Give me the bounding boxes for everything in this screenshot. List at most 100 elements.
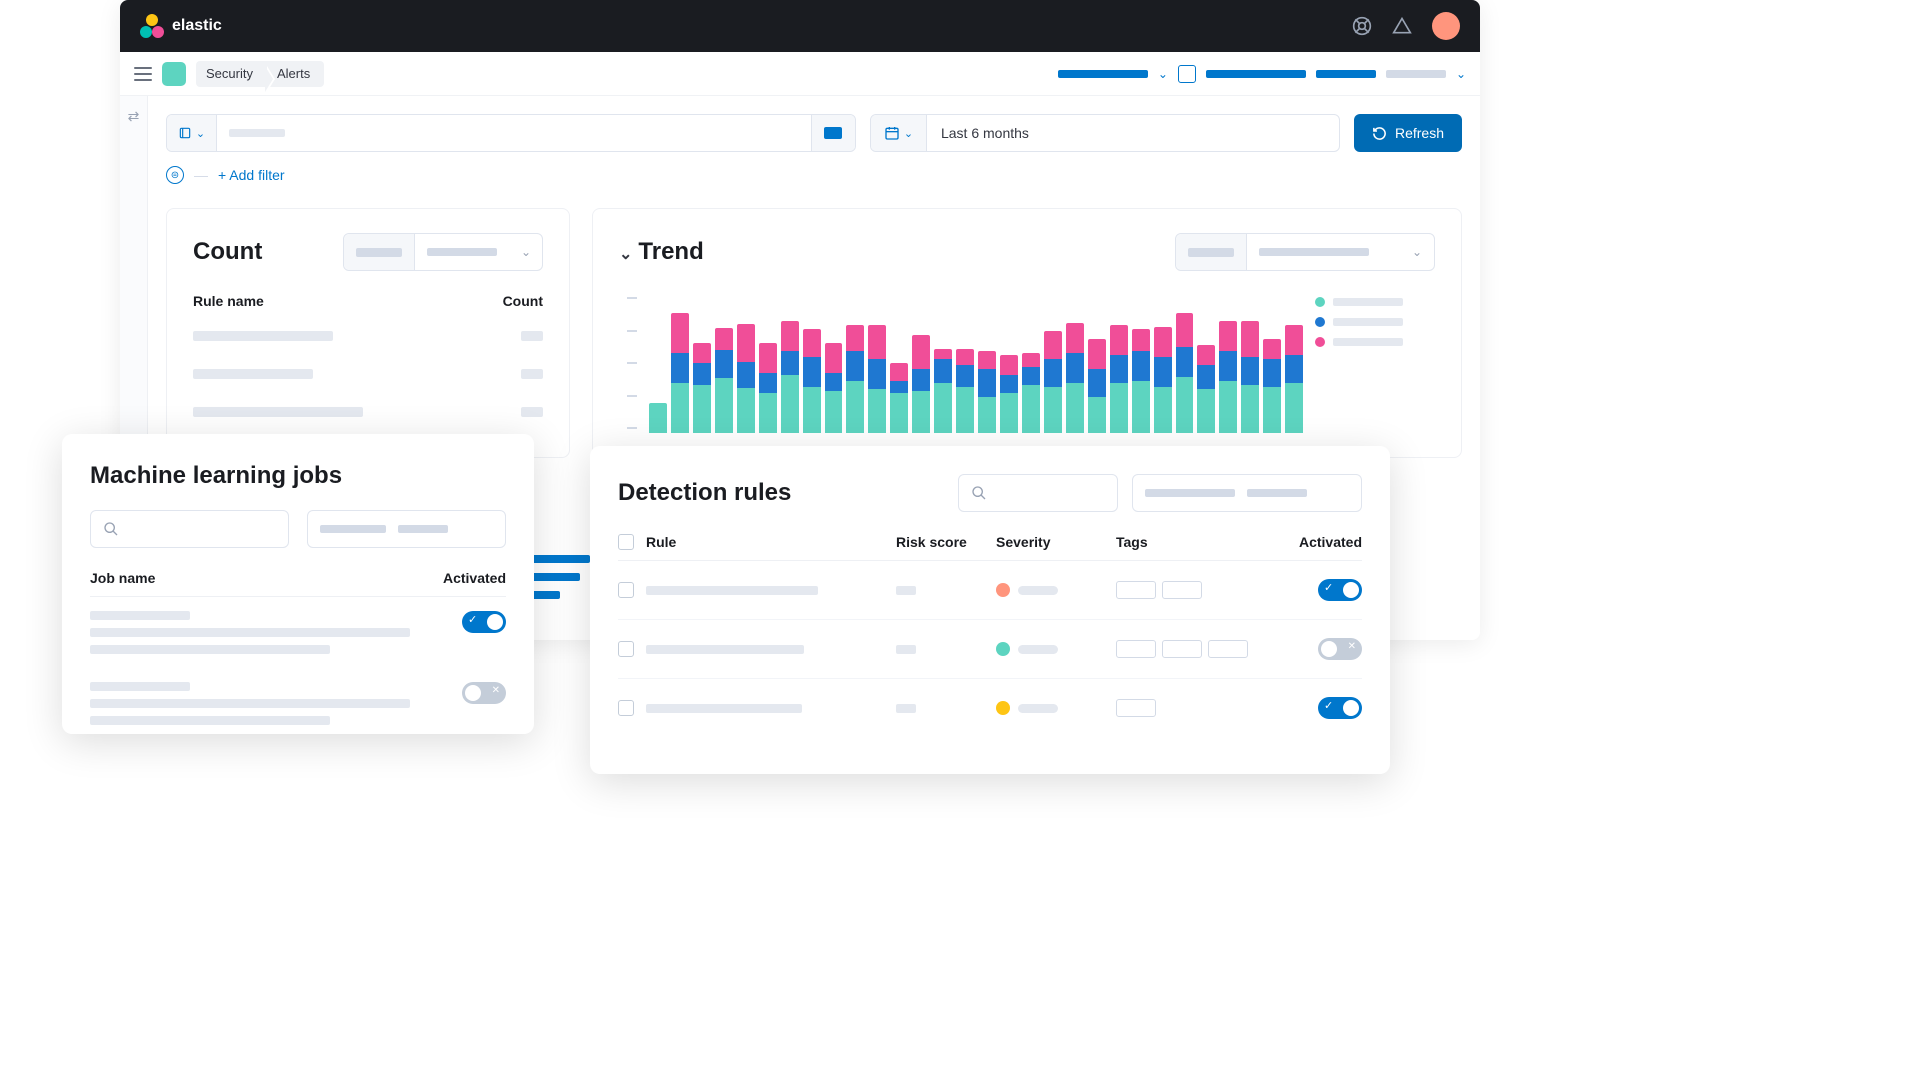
topbar: elastic xyxy=(120,0,1480,52)
row-checkbox[interactable] xyxy=(618,641,634,657)
chart-bar[interactable] xyxy=(978,351,996,433)
refresh-icon xyxy=(1372,126,1387,141)
panels: Count ⌄ Rule name Count ⌄Trend xyxy=(166,208,1462,458)
search-icon xyxy=(103,521,119,537)
ml-job-row xyxy=(90,668,506,739)
count-stackby-select[interactable]: ⌄ xyxy=(343,233,543,271)
query-bar[interactable]: ⌄ xyxy=(166,114,856,152)
menu-toggle-icon[interactable] xyxy=(134,67,152,81)
legend-item[interactable] xyxy=(1315,317,1435,327)
chart-bar[interactable] xyxy=(1088,339,1106,433)
count-table-row[interactable] xyxy=(193,355,543,393)
tag-badge[interactable] xyxy=(1116,581,1156,599)
header-disabled-action xyxy=(1386,70,1446,78)
ml-card-title: Machine learning jobs xyxy=(90,462,506,490)
chart-bar[interactable] xyxy=(1197,345,1215,433)
activate-toggle[interactable] xyxy=(1318,579,1362,601)
query-options-button[interactable]: ⌄ xyxy=(167,115,217,151)
chart-bar[interactable] xyxy=(1241,321,1259,433)
chart-bar[interactable] xyxy=(1263,339,1281,433)
activate-toggle[interactable] xyxy=(1318,697,1362,719)
add-filter-button[interactable]: + Add filter xyxy=(218,167,285,183)
space-selector[interactable] xyxy=(162,62,186,86)
chart-bar[interactable] xyxy=(781,321,799,433)
date-range-picker[interactable]: ⌄ Last 6 months xyxy=(870,114,1340,152)
dr-card-title: Detection rules xyxy=(618,479,791,507)
subheader-actions: ⌄ ⌄ xyxy=(1058,65,1466,83)
header-action-3[interactable] xyxy=(1316,70,1376,78)
trend-chart xyxy=(619,293,1435,433)
chart-bar[interactable] xyxy=(1110,325,1128,433)
logo[interactable]: elastic xyxy=(140,14,222,38)
legend-item[interactable] xyxy=(1315,297,1435,307)
chart-bar[interactable] xyxy=(737,324,755,433)
trend-panel-title[interactable]: ⌄Trend xyxy=(619,238,704,266)
tag-badge[interactable] xyxy=(1208,640,1248,658)
chart-bar[interactable] xyxy=(890,363,908,433)
chart-bar[interactable] xyxy=(649,403,667,433)
severity-dot xyxy=(996,701,1010,715)
tag-badge[interactable] xyxy=(1162,640,1202,658)
chevron-down-icon: ⌄ xyxy=(619,246,632,263)
breadcrumb-alerts[interactable]: Alerts xyxy=(267,66,324,81)
y-axis xyxy=(619,293,637,433)
chart-bar[interactable] xyxy=(956,349,974,433)
activate-toggle[interactable] xyxy=(1318,638,1362,660)
chart-bar[interactable] xyxy=(1176,313,1194,433)
ml-search-input[interactable] xyxy=(90,510,289,548)
chart-bar[interactable] xyxy=(1154,327,1172,433)
chart-bar[interactable] xyxy=(1044,331,1062,433)
chart-bar[interactable] xyxy=(1132,329,1150,433)
header-action-2[interactable] xyxy=(1206,70,1306,78)
chart-bar[interactable] xyxy=(1022,353,1040,433)
header-icon-button[interactable] xyxy=(1178,65,1196,83)
breadcrumb-security[interactable]: Security xyxy=(196,66,267,81)
refresh-button[interactable]: Refresh xyxy=(1354,114,1462,152)
rule-row xyxy=(618,561,1362,620)
row-checkbox[interactable] xyxy=(618,582,634,598)
count-table-row[interactable] xyxy=(193,393,543,431)
chart-bar[interactable] xyxy=(803,329,821,433)
query-language-toggle[interactable] xyxy=(811,115,855,151)
dr-search-input[interactable] xyxy=(958,474,1118,512)
legend-item[interactable] xyxy=(1315,337,1435,347)
user-avatar[interactable] xyxy=(1432,12,1460,40)
ml-groups-select[interactable] xyxy=(307,510,506,548)
activate-toggle[interactable] xyxy=(462,611,506,633)
brand-name: elastic xyxy=(172,17,222,35)
chart-bar[interactable] xyxy=(759,343,777,433)
query-input[interactable] xyxy=(217,115,811,151)
activate-toggle[interactable] xyxy=(462,682,506,704)
chart-bar[interactable] xyxy=(912,335,930,433)
trend-stackby-select[interactable]: ⌄ xyxy=(1175,233,1435,271)
chart-bar[interactable] xyxy=(1066,323,1084,433)
calendar-icon[interactable]: ⌄ xyxy=(871,115,927,151)
alert-triangle-icon[interactable] xyxy=(1392,16,1412,36)
chart-bar[interactable] xyxy=(693,343,711,433)
chart-bar[interactable] xyxy=(846,325,864,433)
help-icon[interactable] xyxy=(1352,16,1372,36)
chart-bar[interactable] xyxy=(715,328,733,433)
chart-bar[interactable] xyxy=(1219,321,1237,433)
select-all-checkbox[interactable] xyxy=(618,534,634,550)
header-action-1[interactable] xyxy=(1058,70,1148,78)
filter-options-icon[interactable]: ⊜ xyxy=(166,166,184,184)
chart-bar[interactable] xyxy=(1285,325,1303,433)
chart-bar[interactable] xyxy=(868,325,886,433)
count-panel: Count ⌄ Rule name Count xyxy=(166,208,570,458)
chevron-down-icon[interactable]: ⌄ xyxy=(1158,67,1168,81)
chevron-down-icon[interactable]: ⌄ xyxy=(1456,67,1466,81)
chart-bar[interactable] xyxy=(1000,355,1018,433)
add-filter-row: ⊜ — + Add filter xyxy=(166,166,1462,184)
content-area: ⌄ ⌄ Last 6 months Refresh ⊜ — + Add filt… xyxy=(148,96,1480,458)
chart-bar[interactable] xyxy=(825,343,843,433)
tag-badge[interactable] xyxy=(1116,640,1156,658)
tag-badge[interactable] xyxy=(1162,581,1202,599)
date-range-value[interactable]: Last 6 months xyxy=(927,115,1339,151)
dr-tags-select[interactable] xyxy=(1132,474,1362,512)
chart-bar[interactable] xyxy=(671,313,689,433)
count-table-row[interactable] xyxy=(193,317,543,355)
tag-badge[interactable] xyxy=(1116,699,1156,717)
row-checkbox[interactable] xyxy=(618,700,634,716)
chart-bar[interactable] xyxy=(934,349,952,433)
